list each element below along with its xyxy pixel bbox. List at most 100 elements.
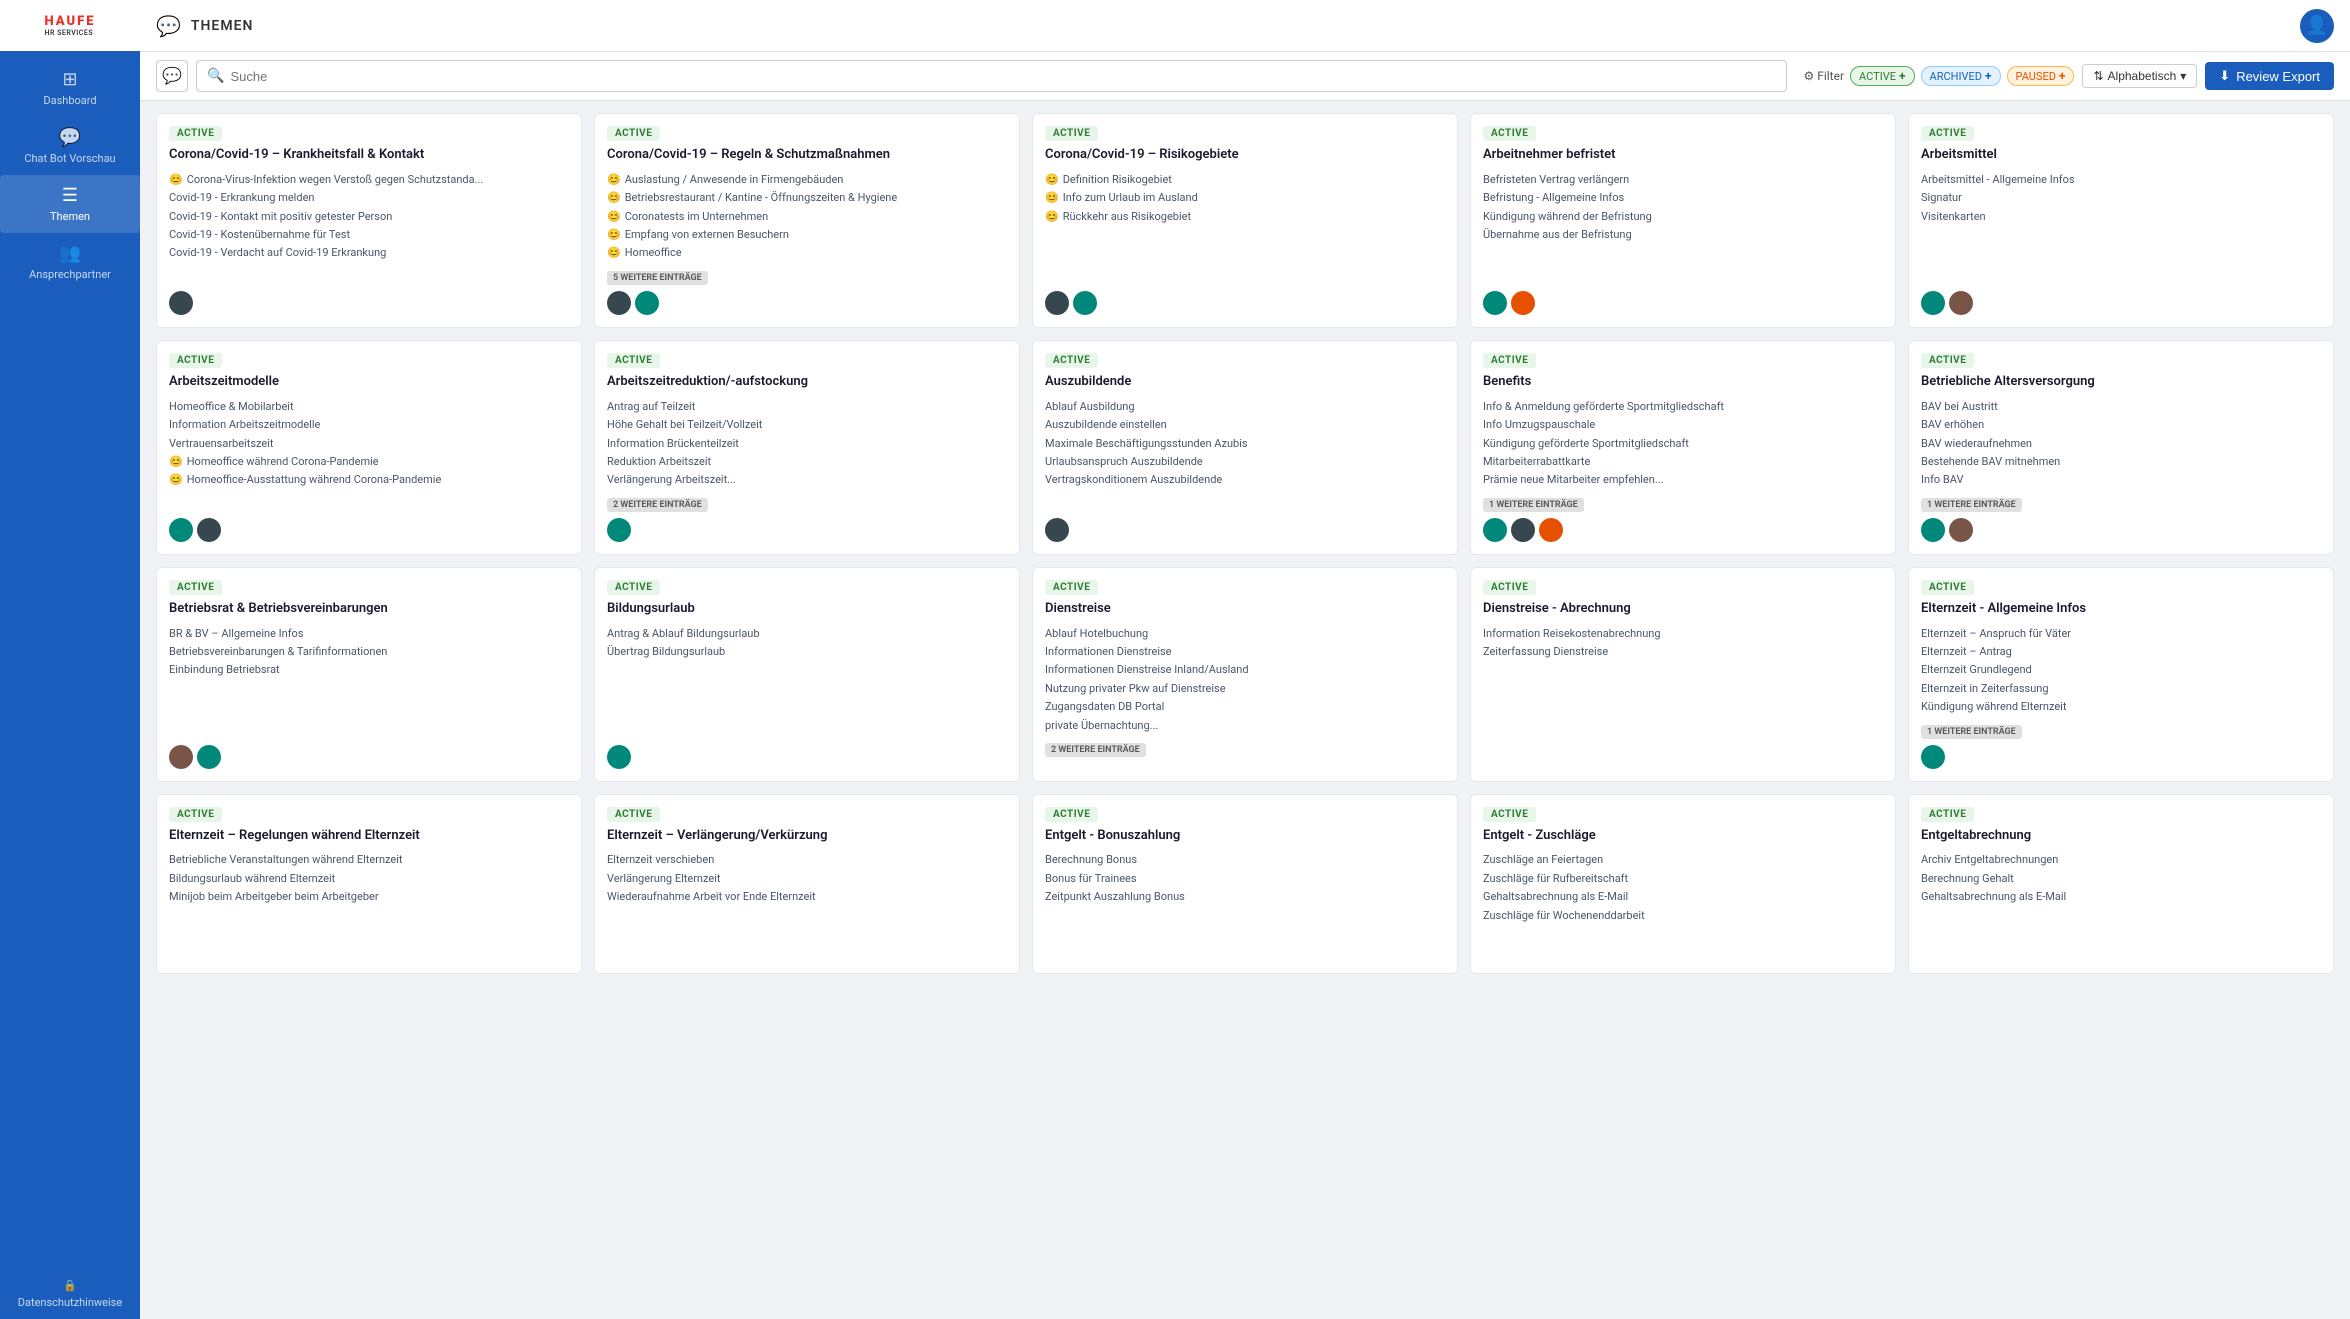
card-item: Minijob beim Arbeitgeber beim Arbeitgebe… [169,889,569,904]
card-item-text: Visitenkarten [1921,209,1986,224]
card-item: Information Arbeitszeitmodelle [169,417,569,432]
topic-card[interactable]: ACTIVE Arbeitszeitmodelle Homeoffice & M… [156,340,582,555]
card-item-text: Homeoffice & Mobilarbeit [169,399,294,414]
topbar: 💬 THEMEN 👤 [140,0,2350,52]
filter-active-chip[interactable]: ACTIVE + [1850,66,1914,86]
more-badge[interactable]: 2 WEITERE EINTRÄGE [607,498,708,512]
sidebar-item-chatbot[interactable]: 💬 Chat Bot Vorschau [0,117,140,175]
emoji-icon: 😊 [169,172,183,187]
topic-card[interactable]: ACTIVE Entgelt - Zuschläge Zuschläge an … [1470,794,1896,974]
card-item: BAV bei Austritt [1921,399,2321,414]
card-title: Entgelt - Zuschläge [1483,828,1883,845]
sidebar-item-ansprechpartner[interactable]: 👥 Ansprechpartner [0,233,140,291]
card-title: Betriebliche Altersversorgung [1921,374,2321,391]
topic-card[interactable]: ACTIVE Arbeitsmittel Arbeitsmittel - All… [1908,113,2334,328]
status-badge: ACTIVE [607,580,660,595]
card-item-text: BAV wiederaufnehmen [1921,436,2032,451]
card-item-text: Zeitpunkt Auszahlung Bonus [1045,889,1185,904]
card-title: Elternzeit – Verlängerung/Verkürzung [607,828,1007,845]
card-item-text: Info zum Urlaub im Ausland [1063,190,1198,205]
card-items: 😊 Auslastung / Anwesende in Firmengebäud… [607,172,1007,261]
card-item: 😊 Homeoffice-Ausstattung während Corona-… [169,472,569,487]
card-item: Archiv Entgeltabrechnungen [1921,852,2321,867]
card-item: Information Brückenteilzeit [607,436,1007,451]
card-items: Antrag auf Teilzeit Höhe Gehalt bei Teil… [607,399,1007,488]
card-item: Kündigung während der Befristung [1483,209,1883,224]
sidebar-item-themen[interactable]: ☰ Themen [0,175,140,233]
card-title: Arbeitszeitmodelle [169,374,569,391]
topic-card[interactable]: ACTIVE Betriebsrat & Betriebsvereinbarun… [156,567,582,782]
avatar [1045,518,1069,542]
card-item-text: Kündigung während Elternzeit [1921,699,2066,714]
card-item: Zuschläge an Feiertagen [1483,852,1883,867]
topic-card[interactable]: ACTIVE Entgelt - Bonuszahlung Berechnung… [1032,794,1458,974]
card-item: Elternzeit Grundlegend [1921,662,2321,677]
card-item: Berechnung Gehalt [1921,871,2321,886]
topic-card[interactable]: ACTIVE Benefits Info & Anmeldung geförde… [1470,340,1896,555]
emoji-icon: 😊 [607,190,621,205]
card-item-text: Empfang von externen Besuchern [625,227,789,242]
sidebar-item-dashboard[interactable]: ⊞ Dashboard [0,59,140,117]
more-badge[interactable]: 1 WEITERE EINTRÄGE [1921,725,2022,739]
topic-card[interactable]: ACTIVE Betriebliche Altersversorgung BAV… [1908,340,2334,555]
toolbar-chat-button[interactable]: 💬 [156,60,188,92]
card-item: Elternzeit – Antrag [1921,644,2321,659]
card-title: Dienstreise [1045,601,1445,618]
topic-card[interactable]: ACTIVE Corona/Covid-19 – Risikogebiete 😊… [1032,113,1458,328]
topic-card[interactable]: ACTIVE Arbeitnehmer befristet Befristete… [1470,113,1896,328]
sidebar-item-datenschutz[interactable]: 🔒 Datenschutzhinweise [0,1269,140,1319]
status-badge: ACTIVE [169,126,222,141]
more-badge[interactable]: 5 WEITERE EINTRÄGE [607,271,708,285]
card-item-text: Elternzeit – Anspruch für Väter [1921,626,2071,641]
topic-card[interactable]: ACTIVE Elternzeit – Regelungen während E… [156,794,582,974]
card-item-text: Nutzung privater Pkw auf Dienstreise [1045,681,1226,696]
card-item: Mitarbeiterrabattkarte [1483,454,1883,469]
topic-card[interactable]: ACTIVE Dienstreise Ablauf Hotelbuchung I… [1032,567,1458,782]
card-items: Ablauf Ausbildung Auszubildende einstell… [1045,399,1445,488]
filter-paused-chip[interactable]: PAUSED + [2007,66,2075,86]
card-footer [169,518,569,542]
card-item-text: Zeiterfassung Dienstreise [1483,644,1608,659]
sidebar: HAUFE HR SERVICES ⊞ Dashboard 💬 Chat Bot… [0,0,140,1319]
sort-button[interactable]: ⇅ Alphabetisch ▾ [2082,64,2197,88]
topic-card[interactable]: ACTIVE Dienstreise - Abrechnung Informat… [1470,567,1896,782]
card-item-text: Arbeitsmittel - Allgemeine Infos [1921,172,2075,187]
topic-card[interactable]: ACTIVE Elternzeit – Verlängerung/Verkürz… [594,794,1020,974]
emoji-icon: 😊 [169,472,183,487]
topic-card[interactable]: ACTIVE Bildungsurlaub Antrag & Ablauf Bi… [594,567,1020,782]
user-avatar[interactable]: 👤 [2300,9,2334,43]
more-badge[interactable]: 2 WEITERE EINTRÄGE [1045,743,1146,757]
topic-card[interactable]: ACTIVE Corona/Covid-19 – Krankheitsfall … [156,113,582,328]
review-export-button[interactable]: ⬇ Review Export [2205,62,2334,90]
search-input[interactable] [230,69,1776,84]
active-plus-icon: + [1899,69,1906,83]
card-item: Nutzung privater Pkw auf Dienstreise [1045,681,1445,696]
card-item: Maximale Beschäftigungsstunden Azubis [1045,436,1445,451]
card-item-text: Information Brückenteilzeit [607,436,739,451]
card-item-text: Mitarbeiterrabattkarte [1483,454,1590,469]
card-item: Arbeitsmittel - Allgemeine Infos [1921,172,2321,187]
card-item: Einbindung Betriebsrat [169,662,569,677]
topic-card[interactable]: ACTIVE Auszubildende Ablauf Ausbildung A… [1032,340,1458,555]
topic-card[interactable]: ACTIVE Arbeitszeitreduktion/-aufstockung… [594,340,1020,555]
card-item: Befristung - Allgemeine Infos [1483,190,1883,205]
card-item-text: Homeoffice [625,245,682,260]
card-item-text: Homeoffice während Corona-Pandemie [187,454,379,469]
filter-archived-chip[interactable]: ARCHIVED + [1921,66,2001,86]
card-item: Urlaubsanspruch Auszubildende [1045,454,1445,469]
avatar [1511,518,1535,542]
avatar [197,518,221,542]
sort-label: Alphabetisch [2108,69,2177,83]
card-item-text: Covid-19 - Erkrankung melden [169,190,314,205]
topic-card[interactable]: ACTIVE Entgeltabrechnung Archiv Entgelta… [1908,794,2334,974]
card-items: Berechnung Bonus Bonus für Trainees Zeit… [1045,852,1445,904]
status-badge: ACTIVE [607,126,660,141]
card-title: Entgeltabrechnung [1921,828,2321,845]
card-item-text: Prämie neue Mitarbeiter empfehlen... [1483,472,1664,487]
topic-card[interactable]: ACTIVE Elternzeit - Allgemeine Infos Elt… [1908,567,2334,782]
topic-card[interactable]: ACTIVE Corona/Covid-19 – Regeln & Schutz… [594,113,1020,328]
more-badge[interactable]: 1 WEITERE EINTRÄGE [1483,498,1584,512]
card-item: 😊 Betriebsrestaurant / Kantine - Öffnung… [607,190,1007,205]
card-item: Höhe Gehalt bei Teilzeit/Vollzeit [607,417,1007,432]
more-badge[interactable]: 1 WEITERE EINTRÄGE [1921,498,2022,512]
